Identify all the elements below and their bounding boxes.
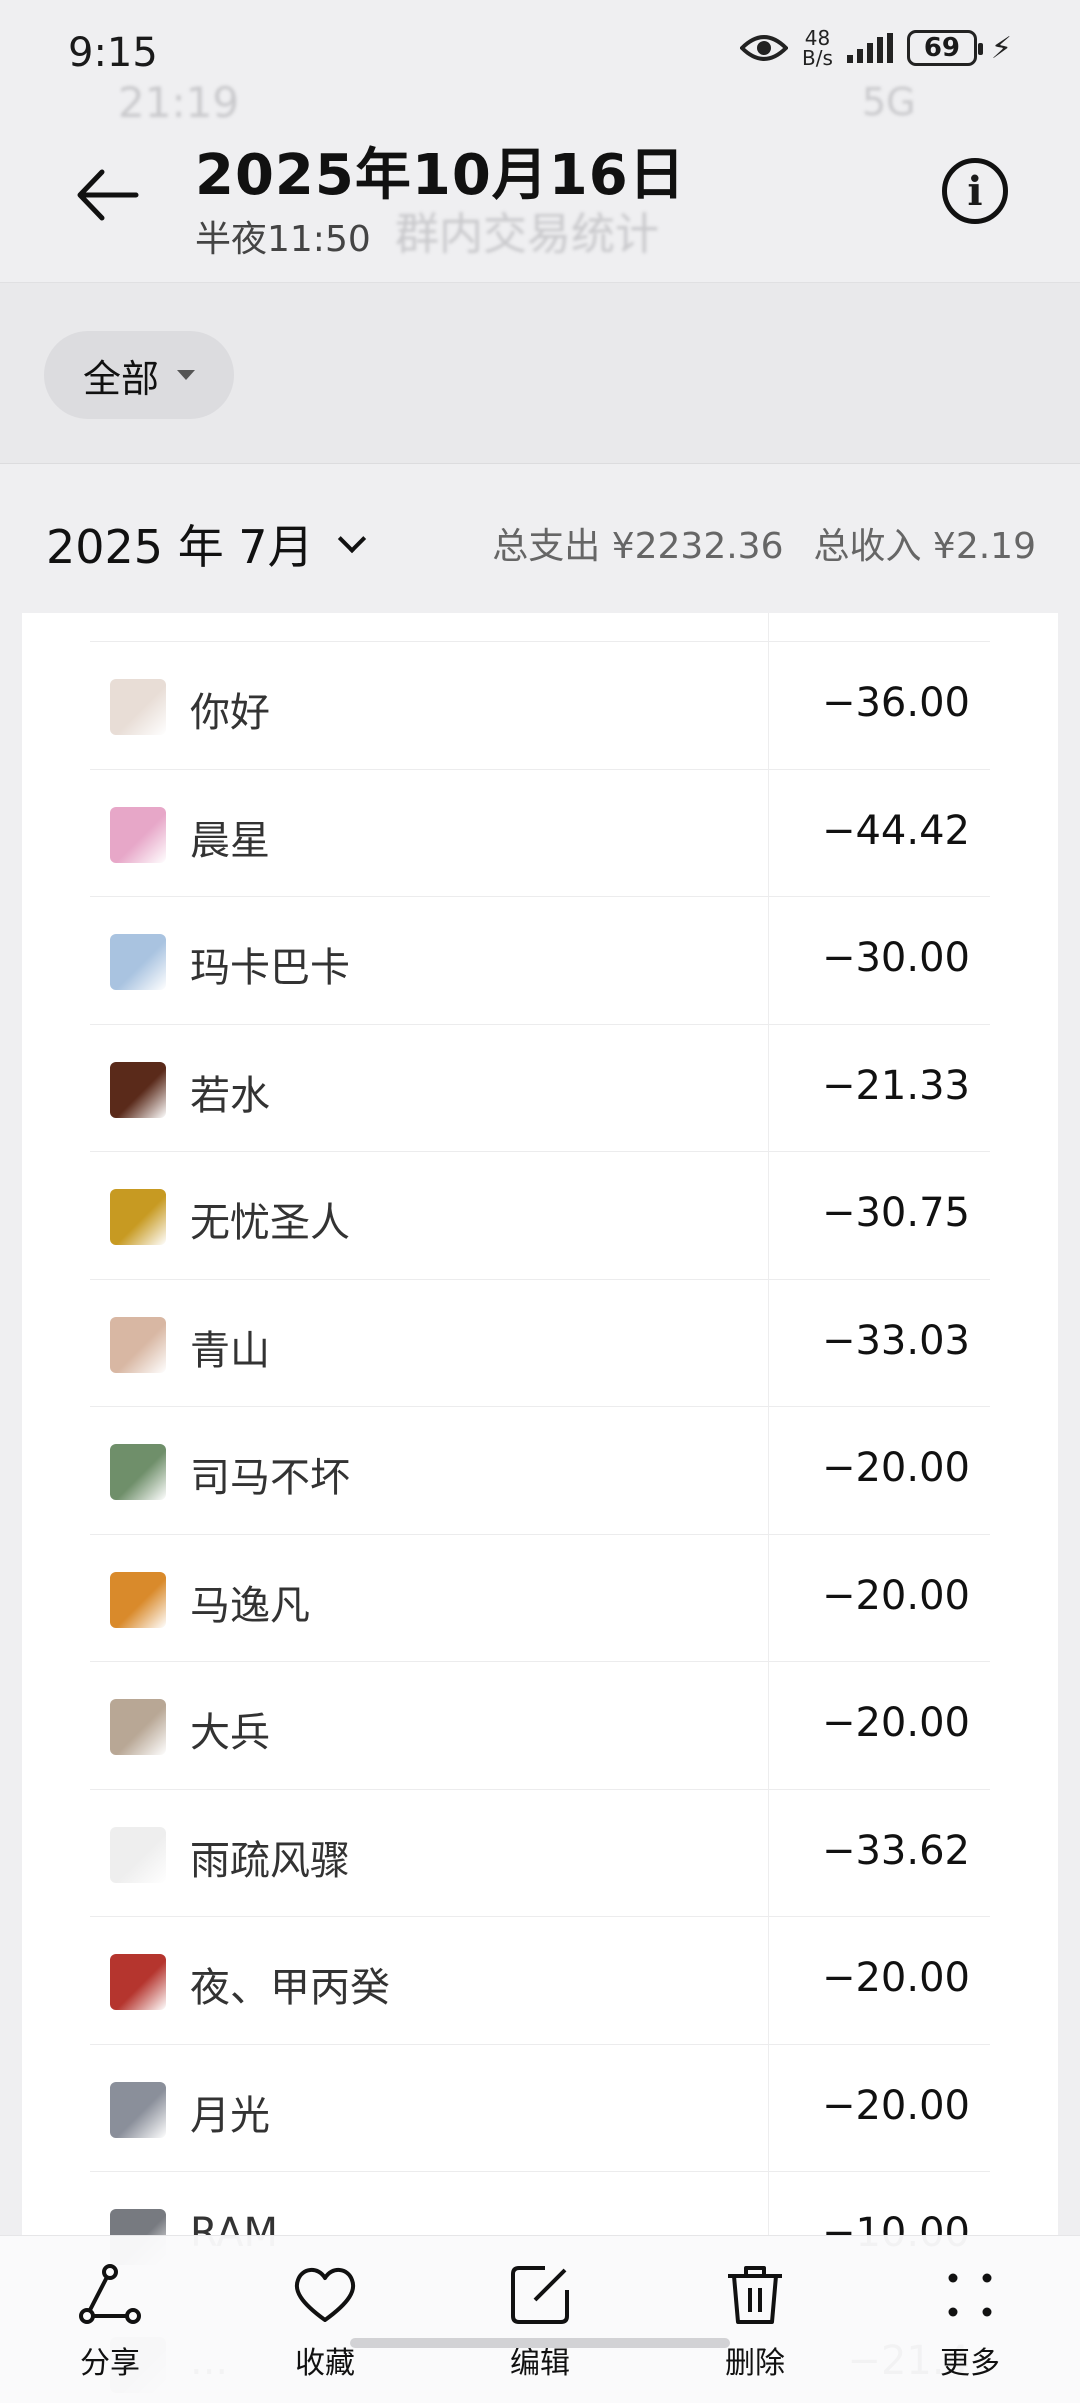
bottom-toolbar: 分享 收藏 编辑 删除 更多 (0, 2235, 1080, 2403)
avatar (110, 2081, 166, 2138)
share-icon (79, 2264, 141, 2324)
filter-area: 全部 (0, 282, 1080, 464)
delete-label: 删除 (725, 2346, 785, 2381)
edit-button[interactable]: 编辑 (475, 2236, 605, 2403)
avatar (110, 806, 166, 863)
list-item[interactable]: 大兵 −20.00 (90, 1661, 990, 1788)
member-name: 玛卡巴卡 (190, 945, 350, 991)
amount: −20.00 (821, 1955, 970, 2001)
member-name: 司马不坏 (190, 1455, 350, 1501)
edit-icon (511, 2266, 569, 2324)
amount: −30.75 (821, 1190, 970, 1236)
list-item[interactable]: 无忧圣人 −30.75 (90, 1151, 990, 1278)
member-name: 晨星 (190, 817, 270, 864)
avatar (110, 1699, 166, 1755)
amount: −44.42 (821, 807, 970, 854)
caret-down-icon (177, 370, 195, 380)
charging-icon: ⚡ (990, 30, 1012, 66)
member-name: 青山 (190, 1327, 270, 1374)
home-indicator (350, 2338, 730, 2348)
member-name: 马逸凡 (190, 1582, 310, 1629)
header: 2025年10月16日 半夜11:50 i (0, 110, 1080, 280)
avatar (110, 1061, 166, 1118)
list-item[interactable]: 若水 −21.33 (90, 1023, 990, 1151)
list-item[interactable]: 雨疏风骤 −33.62 (90, 1788, 990, 1916)
avatar (110, 1826, 166, 1883)
more-icon (948, 2273, 992, 2317)
heart-icon (294, 2268, 356, 2322)
totals: 总支出 ¥2232.36 总收入 ¥2.19 (492, 517, 1036, 569)
page-subtitle: 半夜11:50 (195, 219, 371, 260)
list-item[interactable]: 玛卡巴卡 −30.00 (90, 896, 990, 1023)
amount: −20.00 (821, 2082, 970, 2129)
amount: −36.00 (821, 680, 970, 726)
amount: −20.00 (821, 1572, 970, 1619)
battery-icon: 69 (906, 30, 983, 66)
chevron-down-icon (337, 524, 366, 554)
more-label: 更多 (940, 2346, 1000, 2381)
avatar (110, 1954, 166, 2010)
amount: −20.00 (821, 1445, 970, 1491)
info-icon[interactable]: i (942, 158, 1008, 224)
total-income: 总收入 ¥2.19 (813, 526, 1036, 567)
avatar (110, 1189, 166, 1245)
list-item[interactable]: 晨星 −44.42 (90, 768, 990, 896)
member-name: 夜、甲丙癸 (190, 1965, 390, 2011)
status-icons: 48 B/s 69 ⚡ (740, 28, 1012, 68)
transaction-list: 你好 −36.00 晨星 −44.42 玛卡巴卡 −30.00 若水 −21.33 无忧圣人 −3… (22, 613, 1058, 2403)
signal-icon (846, 33, 893, 63)
month-summary-bar: 2025 年 7月 总支出 ¥2232.36 总收入 ¥2.19 (0, 465, 1080, 610)
filter-label: 全部 (82, 356, 159, 401)
member-name: 雨疏风骤 (190, 1837, 350, 1884)
total-expense: 总支出 ¥2232.36 (492, 526, 784, 567)
avatar (110, 1444, 166, 1500)
amount: −33.62 (821, 1827, 970, 1874)
more-button[interactable]: 更多 (905, 2236, 1035, 2403)
member-name: 你好 (190, 690, 270, 736)
amount: −30.00 (821, 935, 970, 981)
avatar (110, 679, 166, 735)
avatar (110, 934, 166, 990)
avatar (110, 1316, 166, 1373)
amount: −33.03 (821, 1317, 970, 1364)
delete-button[interactable]: 删除 (690, 2236, 820, 2403)
member-name: 无忧圣人 (190, 1200, 350, 1246)
avatar (110, 1571, 166, 1628)
month-label: 2025 年 7月 (46, 520, 314, 574)
back-arrow-icon[interactable] (72, 160, 142, 230)
status-time: 9:15 (68, 30, 158, 76)
list-item[interactable]: 夜、甲丙癸 −20.00 (90, 1916, 990, 2043)
network-speed: 48 B/s (802, 26, 833, 70)
page-title: 2025年10月16日 (195, 143, 686, 208)
member-name: 若水 (190, 1072, 270, 1119)
eye-icon (740, 35, 789, 61)
member-name: 大兵 (190, 1710, 270, 1756)
list-item[interactable]: 月光 −20.00 (90, 2043, 990, 2171)
trash-icon (728, 2266, 782, 2324)
share-label: 分享 (80, 2346, 140, 2381)
favorite-label: 收藏 (295, 2346, 355, 2381)
amount: −20.00 (821, 1700, 970, 1746)
filter-dropdown[interactable]: 全部 (44, 331, 234, 419)
list-item[interactable]: 青山 −33.03 (90, 1278, 990, 1406)
favorite-button[interactable]: 收藏 (260, 2236, 390, 2403)
list-item[interactable]: 司马不坏 −20.00 (90, 1406, 990, 1533)
member-name: 月光 (190, 2092, 270, 2139)
list-item[interactable]: 马逸凡 −20.00 (90, 1533, 990, 1661)
month-selector[interactable]: 2025 年 7月 (46, 511, 366, 577)
amount: −21.33 (821, 1062, 970, 1109)
share-button[interactable]: 分享 (45, 2236, 175, 2403)
list-item[interactable]: 你好 −36.00 (90, 641, 990, 768)
